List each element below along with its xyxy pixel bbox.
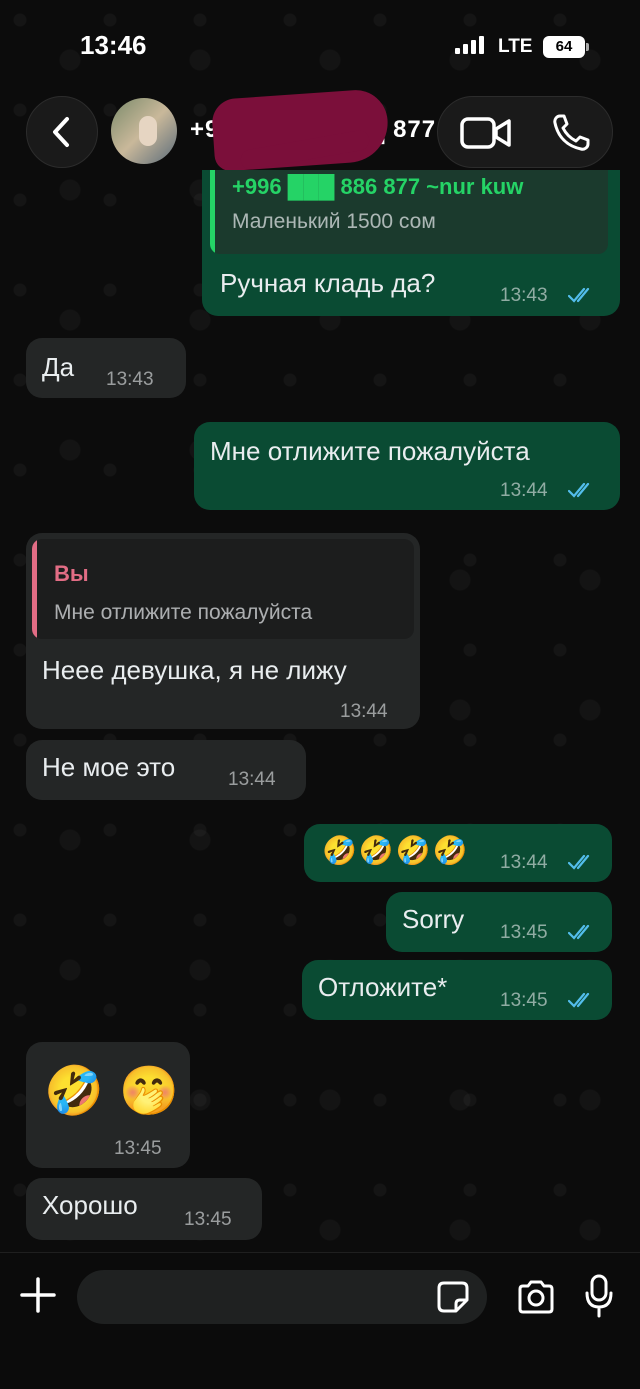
message-composer bbox=[0, 1252, 640, 1389]
video-call-button[interactable] bbox=[458, 111, 514, 155]
read-ticks-icon bbox=[568, 482, 590, 498]
message-bubble-incoming[interactable]: Не мое это 13:44 bbox=[26, 740, 306, 800]
status-bar: 13:46 LTE 64 bbox=[0, 0, 640, 90]
message-bubble-incoming[interactable]: 🤣 🤭 13:45 bbox=[26, 1042, 190, 1168]
quote-text: Маленький 1500 сом bbox=[232, 210, 436, 233]
message-time: 13:44 bbox=[500, 852, 548, 873]
message-text: Не мое это bbox=[42, 752, 176, 782]
quote-accent-bar bbox=[210, 170, 215, 254]
video-camera-icon bbox=[460, 117, 511, 149]
message-input[interactable] bbox=[77, 1270, 487, 1324]
status-time: 13:46 bbox=[80, 30, 147, 60]
avatar[interactable] bbox=[111, 98, 177, 164]
message-text: Ручная кладь да? bbox=[220, 268, 436, 298]
network-type: LTE bbox=[498, 36, 533, 57]
message-time: 13:44 bbox=[500, 480, 548, 501]
camera-icon bbox=[518, 1280, 554, 1314]
message-text: Sorry bbox=[402, 904, 465, 934]
quote-accent-bar bbox=[32, 539, 37, 639]
message-text: Мне отлижите пожалуйста bbox=[210, 436, 530, 466]
message-time: 13:45 bbox=[500, 990, 548, 1011]
message-text: 🤣🤣🤣🤣 bbox=[322, 834, 470, 867]
message-bubble-outgoing[interactable]: Мне отлижите пожалуйста 13:44 bbox=[194, 422, 620, 510]
plus-icon bbox=[20, 1277, 56, 1313]
message-text: Хорошо bbox=[42, 1190, 138, 1220]
message-time: 13:43 bbox=[500, 285, 548, 306]
quote-author: Вы bbox=[54, 561, 89, 586]
quoted-message[interactable]: +996 ███ 886 877 ~nur kuw Маленький 1500… bbox=[210, 170, 608, 254]
quote-text: Мне отлижите пожалуйста bbox=[54, 601, 313, 624]
message-bubble-incoming[interactable]: Хорошо 13:45 bbox=[26, 1178, 262, 1240]
battery-cap bbox=[586, 43, 589, 51]
back-button[interactable] bbox=[26, 96, 98, 168]
message-text: Неее девушка, я не лижу bbox=[42, 655, 347, 685]
attach-button[interactable] bbox=[18, 1275, 58, 1315]
quote-author: +996 ███ 886 877 ~nur kuw bbox=[232, 174, 524, 199]
microphone-button[interactable] bbox=[584, 1273, 614, 1319]
message-time: 13:45 bbox=[184, 1209, 232, 1230]
phone-icon bbox=[553, 114, 590, 151]
camera-button[interactable] bbox=[516, 1279, 556, 1315]
signal-strength-icon bbox=[455, 36, 484, 54]
read-ticks-icon bbox=[568, 992, 590, 1008]
chat-header: +99 ████████ 877 bbox=[0, 87, 640, 174]
read-ticks-icon bbox=[568, 854, 590, 870]
quoted-message[interactable]: Вы Мне отлижите пожалуйста bbox=[32, 539, 414, 639]
sticker-button[interactable] bbox=[436, 1280, 470, 1314]
message-text: 🤣 🤭 bbox=[44, 1063, 179, 1119]
microphone-icon bbox=[585, 1274, 613, 1318]
voice-call-button[interactable] bbox=[546, 111, 596, 155]
message-bubble-incoming[interactable]: Да 13:43 bbox=[26, 338, 186, 398]
call-actions bbox=[437, 96, 613, 168]
sticker-icon bbox=[437, 1281, 469, 1313]
read-ticks-icon bbox=[568, 924, 590, 940]
chevron-left-icon bbox=[53, 117, 69, 147]
message-time: 13:45 bbox=[114, 1138, 162, 1159]
message-bubble-outgoing[interactable]: 🤣🤣🤣🤣 13:44 bbox=[304, 824, 612, 882]
battery-icon: 64 bbox=[543, 36, 585, 58]
message-text: Отложите* bbox=[318, 972, 448, 1002]
message-bubble-outgoing[interactable]: Отложите* 13:45 bbox=[302, 960, 612, 1020]
message-bubble-incoming[interactable]: Вы Мне отлижите пожалуйста Неее девушка,… bbox=[26, 533, 420, 729]
message-text: Да bbox=[42, 352, 75, 382]
message-time: 13:44 bbox=[228, 769, 276, 790]
message-time: 13:45 bbox=[500, 922, 548, 943]
read-ticks-icon bbox=[568, 287, 590, 303]
message-time: 13:43 bbox=[106, 369, 154, 390]
message-time: 13:44 bbox=[340, 701, 388, 722]
message-bubble-outgoing[interactable]: +996 ███ 886 877 ~nur kuw Маленький 1500… bbox=[202, 170, 620, 316]
message-bubble-outgoing[interactable]: Sorry 13:45 bbox=[386, 892, 612, 952]
